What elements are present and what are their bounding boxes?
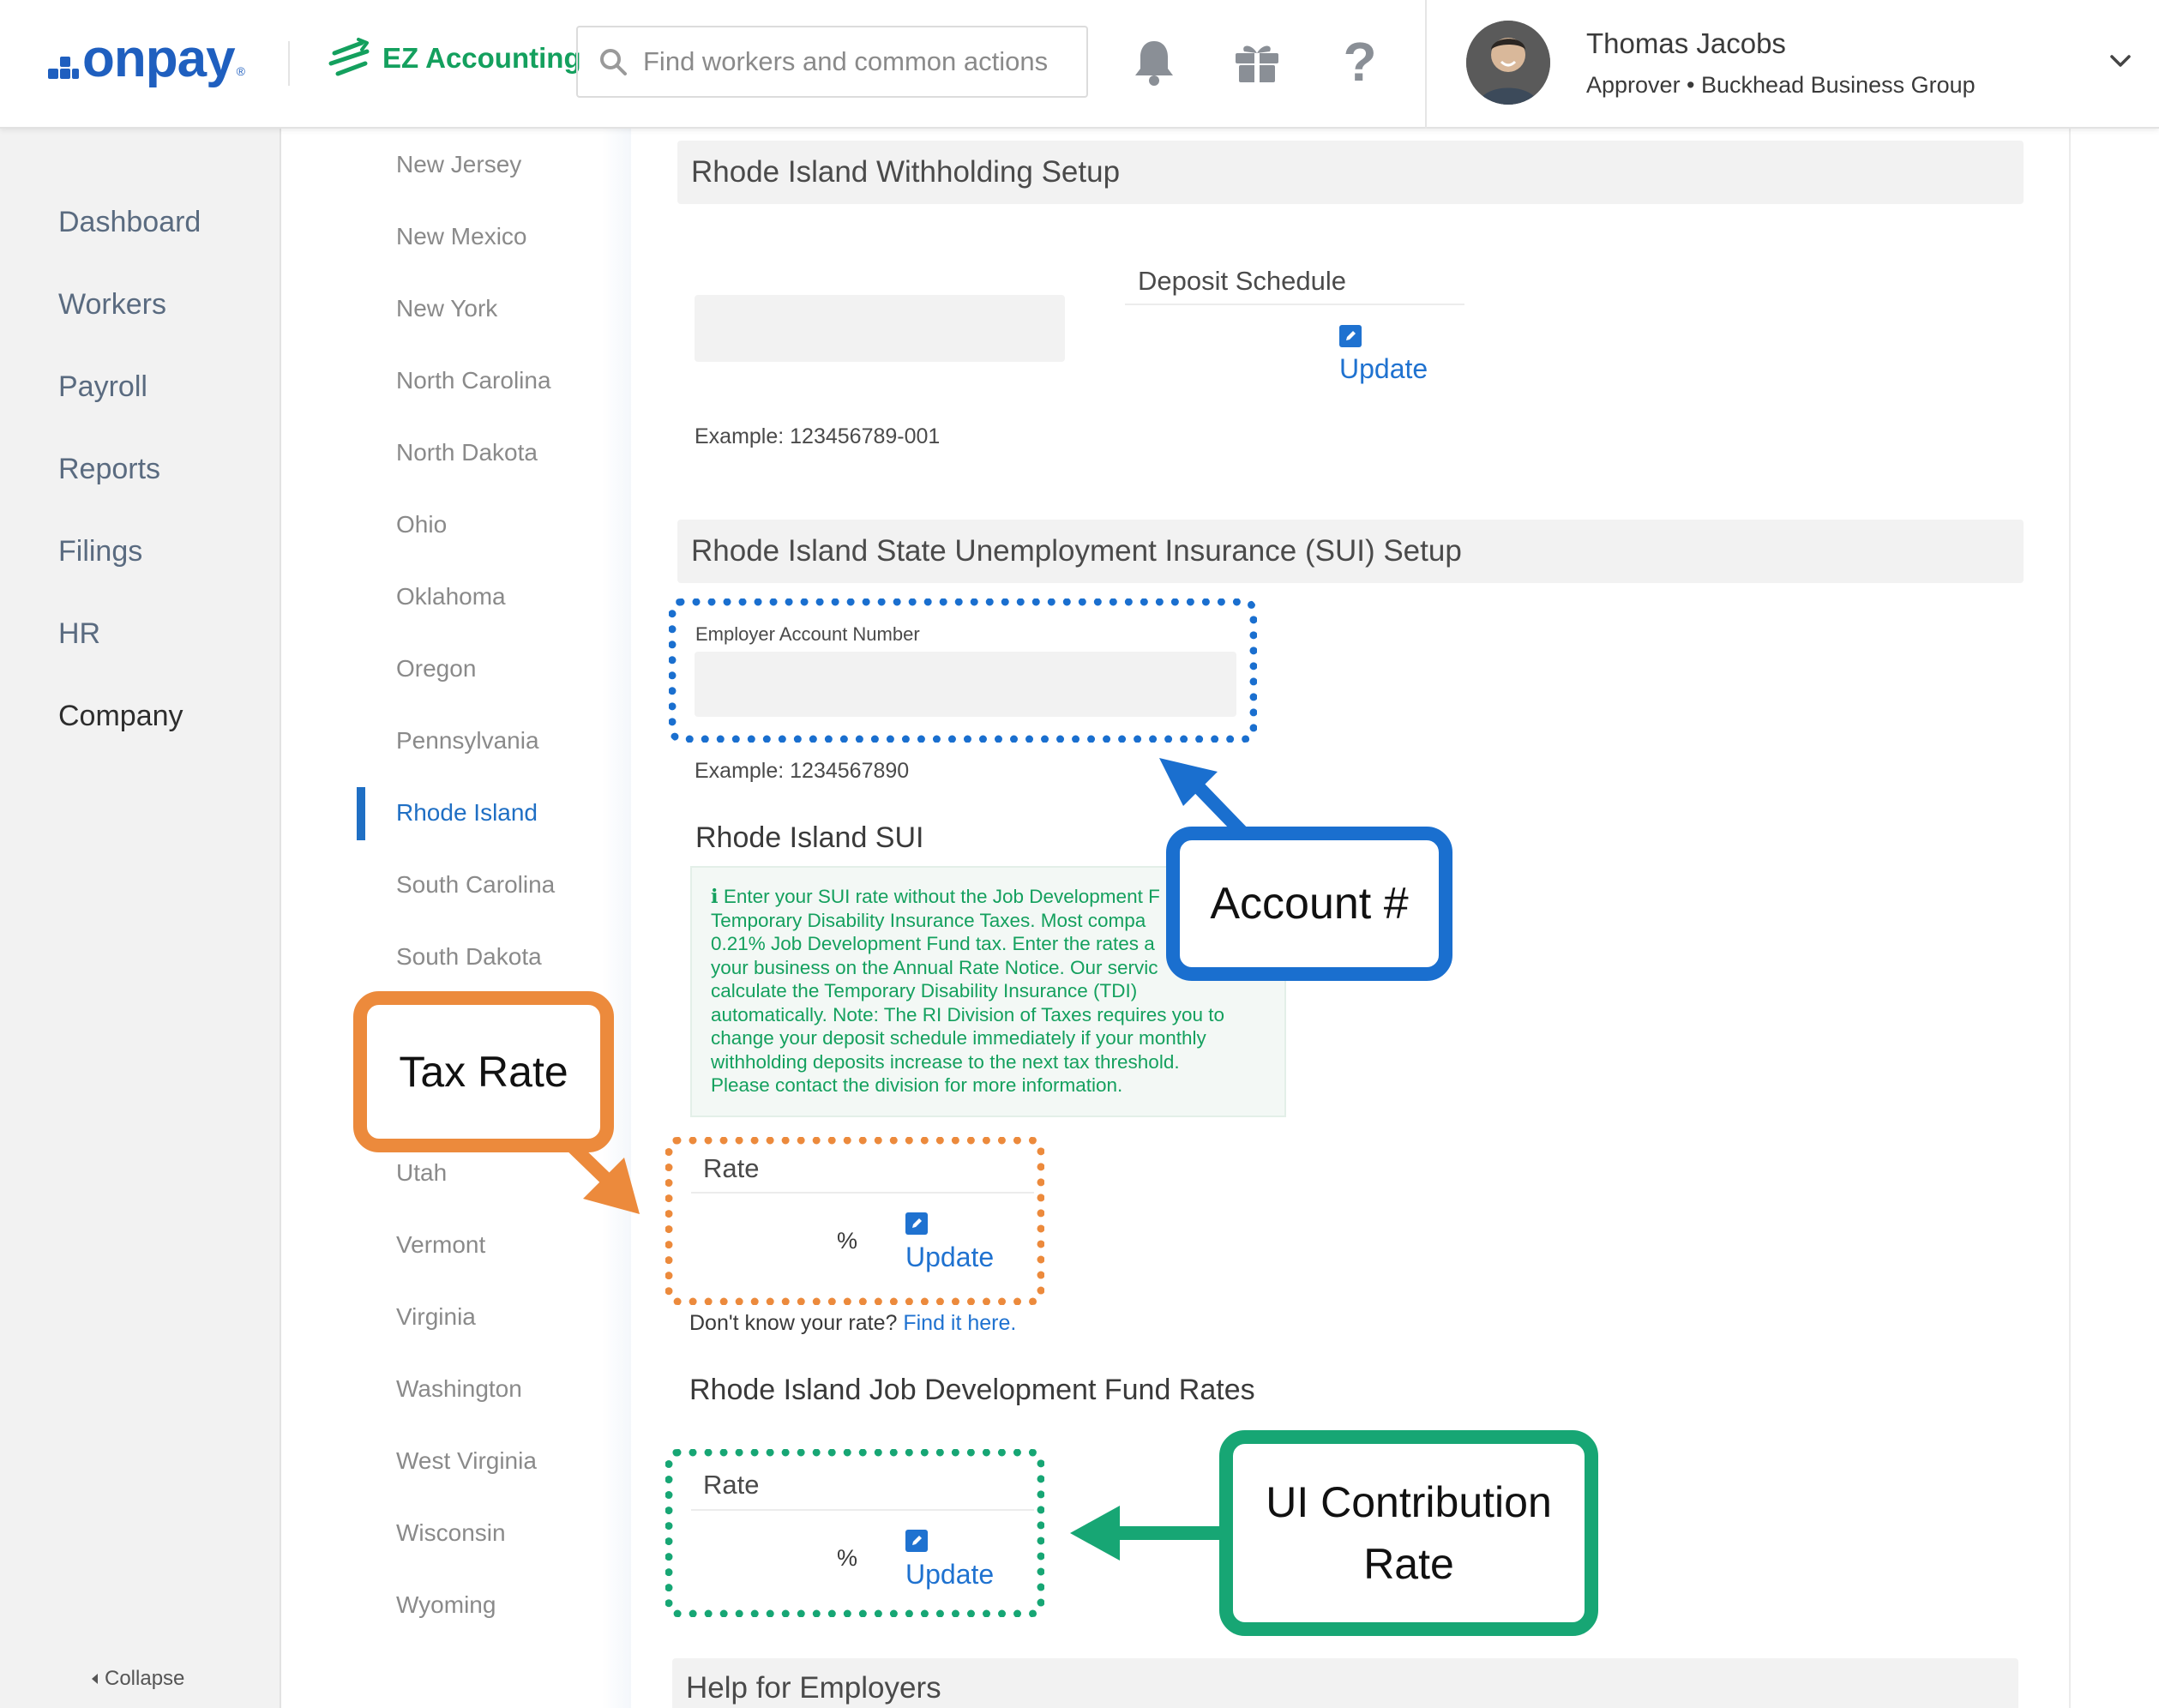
ri-sui-subtitle: Rhode Island SUI [695, 821, 924, 854]
info-line: Please contact the division for more inf… [711, 1074, 1123, 1096]
collapse-button[interactable]: Collapse [89, 1667, 184, 1691]
state-item[interactable]: North Dakota [396, 439, 538, 466]
state-item-active[interactable]: Rhode Island [396, 799, 538, 827]
rate-hint: Don't know your rate? Find it here. [689, 1311, 1016, 1336]
active-state-indicator [357, 787, 365, 840]
nav-item-filings[interactable]: Filings [58, 535, 142, 568]
state-list-fade [602, 129, 631, 1708]
search-icon [600, 49, 627, 75]
state-item[interactable]: New Mexico [396, 223, 526, 250]
info-line: withholding deposits increase to the nex… [711, 1050, 1180, 1073]
caret-left-icon [92, 1674, 98, 1684]
account-highlight-box [669, 598, 1257, 743]
withholding-section-title: Rhode Island Withholding Setup [677, 141, 2024, 204]
help-button[interactable]: ? [1334, 31, 1386, 93]
tax-rate-callout: Tax Rate [353, 991, 614, 1152]
state-item[interactable]: Vermont [396, 1231, 485, 1259]
gift-icon [1236, 45, 1278, 82]
info-line: change your deposit schedule immediately… [711, 1027, 1206, 1049]
state-item[interactable]: West Virginia [396, 1447, 537, 1475]
content-right-border [2069, 129, 2071, 1708]
ui-rate-highlight-box [665, 1449, 1044, 1617]
notifications-button[interactable] [1128, 36, 1180, 87]
tax-rate-highlight-box [665, 1137, 1044, 1305]
state-item[interactable]: South Carolina [396, 871, 555, 899]
state-item[interactable]: Virginia [396, 1303, 476, 1331]
search-box[interactable] [576, 26, 1088, 98]
user-role: Approver • Buckhead Business Group [1586, 72, 1976, 98]
ui-rate-callout-line1: UI Contribution [1266, 1478, 1552, 1526]
account-arrowhead [1159, 758, 1218, 806]
ui-rate-callout: UI Contribution Rate [1219, 1430, 1598, 1636]
user-menu[interactable]: Thomas Jacobs Approver • Buckhead Busine… [1425, 0, 2159, 129]
nav-item-payroll[interactable]: Payroll [58, 370, 147, 404]
collapse-label: Collapse [105, 1667, 185, 1690]
divider [288, 41, 290, 86]
state-item[interactable]: Wisconsin [396, 1519, 506, 1547]
state-item[interactable]: Pennsylvania [396, 727, 539, 755]
state-item[interactable]: Oregon [396, 655, 476, 683]
state-list: New Jersey New Mexico New York North Car… [283, 129, 631, 1708]
nav-item-company[interactable]: Company [58, 700, 183, 733]
state-item[interactable]: Washington [396, 1375, 522, 1403]
withholding-account-input[interactable] [695, 295, 1065, 362]
bell-icon [1135, 41, 1173, 86]
state-item[interactable]: Oklahoma [396, 583, 506, 610]
logo-text: onpay [82, 28, 236, 88]
employer-account-example: Example: 1234567890 [695, 759, 910, 783]
gifts-button[interactable] [1231, 36, 1283, 87]
state-item[interactable]: North Carolina [396, 367, 551, 394]
edit-icon[interactable] [1339, 325, 1362, 347]
nav-item-workers[interactable]: Workers [58, 288, 166, 322]
info-line: calculate the Temporary Disability Insur… [711, 980, 1138, 1001]
left-nav: Dashboard Workers Payroll Reports Filing… [0, 129, 281, 1708]
registered-mark: ® [236, 64, 245, 78]
ez-accounting-icon [328, 38, 370, 76]
nav-item-hr[interactable]: HR [58, 617, 100, 651]
account-callout: Account # [1166, 827, 1452, 981]
state-item[interactable]: New Jersey [396, 151, 521, 178]
deposit-schedule-label: Deposit Schedule [1138, 266, 1346, 296]
search-input[interactable] [643, 46, 1072, 77]
state-item[interactable]: South Dakota [396, 943, 542, 971]
chevron-down-icon[interactable] [2108, 48, 2133, 74]
state-item[interactable]: Wyoming [396, 1591, 496, 1619]
find-rate-link[interactable]: Find it here. [903, 1311, 1016, 1335]
ui-rate-arrowhead [1070, 1506, 1120, 1561]
state-item[interactable]: New York [396, 295, 497, 322]
ez-accounting-label: EZ Accounting [382, 42, 581, 74]
info-icon: ℹ [711, 886, 719, 907]
ui-rate-callout-line2: Rate [1363, 1540, 1454, 1588]
sui-section-title: Rhode Island State Unemployment Insuranc… [677, 520, 2024, 583]
withholding-example: Example: 123456789-001 [695, 424, 941, 448]
state-item[interactable]: Utah [396, 1159, 447, 1187]
avatar [1466, 21, 1550, 105]
nav-item-dashboard[interactable]: Dashboard [58, 206, 201, 239]
nav-item-reports[interactable]: Reports [58, 453, 160, 486]
help-icon: ? [1343, 31, 1377, 93]
ez-accounting-link[interactable]: EZ Accounting [328, 34, 581, 82]
state-item[interactable]: Ohio [396, 511, 447, 538]
logo-dots-icon [48, 51, 79, 81]
info-line: automatically. Note: The RI Division of … [711, 1003, 1225, 1025]
top-bar: onpay ® EZ Accounting ? [0, 0, 2159, 129]
onpay-logo[interactable]: onpay ® [48, 29, 245, 88]
help-section-title: Help for Employers [672, 1658, 2018, 1708]
user-name: Thomas Jacobs [1586, 27, 1786, 59]
account-arrow [1187, 775, 1247, 837]
jdf-title: Rhode Island Job Development Fund Rates [689, 1374, 1255, 1406]
deposit-schedule-update-link[interactable]: Update [1339, 353, 1428, 385]
divider [1125, 304, 1464, 305]
rate-hint-text: Don't know your rate? [689, 1311, 904, 1335]
